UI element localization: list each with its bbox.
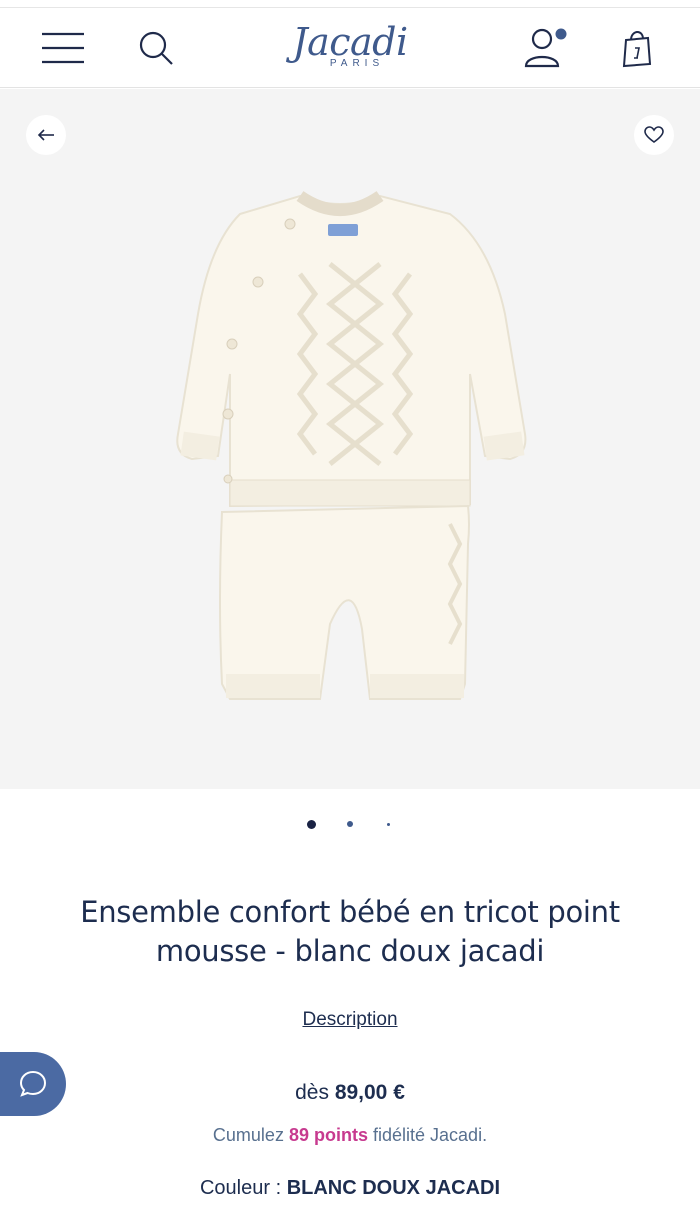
product-title: Ensemble confort bébé en tricot point mo… <box>80 895 620 968</box>
color-selection: Couleur : BLANC DOUX JACADI <box>0 1177 700 1200</box>
price-prefix: dès <box>295 1081 329 1104</box>
menu-button[interactable] <box>36 26 90 70</box>
favorite-button[interactable] <box>634 115 674 155</box>
pagination-dot[interactable] <box>387 823 390 826</box>
gallery-pagination <box>0 815 700 835</box>
product-gallery[interactable] <box>0 89 700 789</box>
heart-icon <box>644 126 664 143</box>
hamburger-menu-icon <box>42 32 84 64</box>
color-value: BLANC DOUX JACADI <box>286 1177 501 1199</box>
shopping-bag-icon <box>622 31 652 68</box>
site-header: Jacadi PARIS <box>0 8 700 88</box>
account-button[interactable] <box>518 24 574 72</box>
cart-button[interactable] <box>612 24 662 72</box>
product-price: dès 89,00 € <box>0 1081 700 1105</box>
loyalty-points: Cumulez 89 points fidélité Jacadi. <box>0 1125 700 1146</box>
product-image[interactable] <box>130 184 580 704</box>
chat-bubble-icon <box>19 1070 47 1097</box>
points-suffix: fidélité Jacadi. <box>373 1125 488 1145</box>
top-status-line <box>0 0 700 8</box>
color-label: Couleur : <box>199 1177 282 1199</box>
user-account-icon <box>524 28 567 68</box>
back-button[interactable] <box>26 115 66 155</box>
brand-logo[interactable]: Jacadi PARIS <box>280 20 420 80</box>
pagination-dot-active[interactable] <box>307 820 316 829</box>
points-prefix: Cumulez <box>212 1125 284 1145</box>
chat-button[interactable] <box>0 1052 66 1116</box>
description-link[interactable]: Description <box>0 1009 700 1031</box>
search-button[interactable] <box>132 26 180 70</box>
price-value: 89,00 € <box>334 1081 405 1104</box>
pagination-dot[interactable] <box>347 821 353 827</box>
arrow-left-icon <box>37 129 54 141</box>
points-value: 89 points <box>288 1125 368 1145</box>
search-icon <box>139 31 173 65</box>
